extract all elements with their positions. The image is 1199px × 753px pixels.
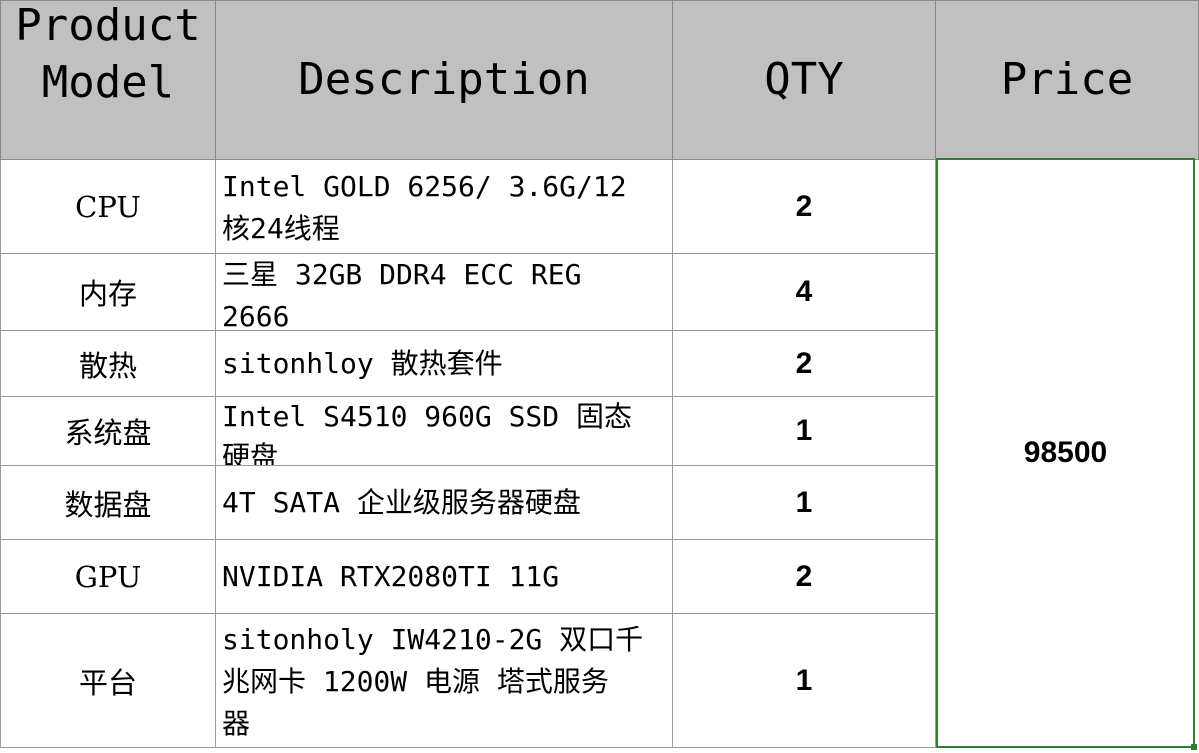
header-product-model-line1: Product <box>15 0 201 51</box>
cell-description-line: 核24线程 <box>222 212 340 245</box>
header-qty[interactable]: QTY <box>673 0 936 160</box>
cell-description-line: 4T SATA 企业级服务器硬盘 <box>222 485 581 519</box>
price-cell-selected[interactable]: 98500 <box>936 158 1195 748</box>
cell-qty[interactable]: 2 <box>673 160 936 254</box>
cell-qty[interactable]: 1 <box>673 397 936 466</box>
cell-description[interactable]: sitonholy IW4210-2G 双口千 兆网卡 1200W 电源 塔式服… <box>216 614 673 748</box>
cell-model[interactable]: 平台 <box>0 614 216 748</box>
cell-qty[interactable]: 1 <box>673 614 936 748</box>
header-price[interactable]: Price <box>936 0 1199 160</box>
cell-description-line: 器 <box>222 707 251 740</box>
spreadsheet: Product Model Description QTY Price CPU … <box>0 0 1199 753</box>
cell-description-line: 硬盘 <box>222 440 279 466</box>
cell-model[interactable]: GPU <box>0 540 216 614</box>
cell-description[interactable]: Intel S4510 960G SSD 固态 硬盘 <box>216 397 673 466</box>
cell-description-line: Intel S4510 960G SSD 固态 <box>222 400 633 433</box>
cell-description-line: 三星 32GB DDR4 ECC REG <box>222 258 582 291</box>
cell-description-line: 兆网卡 1200W 电源 塔式服务 <box>222 665 609 698</box>
cell-qty[interactable]: 4 <box>673 254 936 331</box>
cell-description-line: sitonholy IW4210-2G 双口千 <box>222 623 644 656</box>
cell-description-line: NVIDIA RTX2080TI 11G <box>222 559 560 593</box>
fill-handle[interactable] <box>1191 744 1197 750</box>
cell-description[interactable]: 4T SATA 企业级服务器硬盘 <box>216 466 673 540</box>
cell-model[interactable]: 系统盘 <box>0 397 216 466</box>
cell-description[interactable]: sitonhloy 散热套件 <box>216 331 673 397</box>
cell-description[interactable]: 三星 32GB DDR4 ECC REG 2666 <box>216 254 673 331</box>
cell-description-line: 2666 <box>222 300 290 331</box>
cell-description-line: sitonhloy 散热套件 <box>222 346 503 380</box>
cell-qty[interactable]: 2 <box>673 540 936 614</box>
cell-model[interactable]: 散热 <box>0 331 216 397</box>
cell-qty[interactable]: 1 <box>673 466 936 540</box>
cell-model[interactable]: 数据盘 <box>0 466 216 540</box>
header-product-model-line2: Model <box>41 56 175 108</box>
header-product-model[interactable]: Product Model <box>0 0 216 160</box>
cell-model[interactable]: 内存 <box>0 254 216 331</box>
cell-qty[interactable]: 2 <box>673 331 936 397</box>
cell-description-line: Intel GOLD 6256/ 3.6G/12 <box>222 170 627 203</box>
cell-model[interactable]: CPU <box>0 160 216 254</box>
cell-description[interactable]: Intel GOLD 6256/ 3.6G/12 核24线程 <box>216 160 673 254</box>
header-description[interactable]: Description <box>216 0 673 160</box>
cell-description[interactable]: NVIDIA RTX2080TI 11G <box>216 540 673 614</box>
